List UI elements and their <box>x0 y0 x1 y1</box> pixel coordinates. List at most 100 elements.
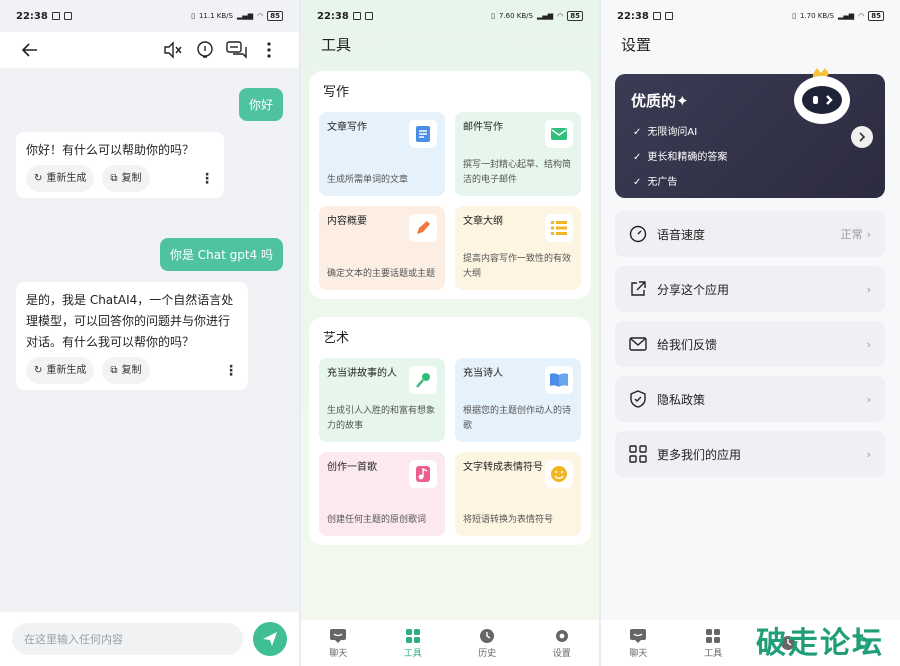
premium-banner[interactable]: 优质的✦ ✓ 无限询问AI ✓ 更长和精确的答案 ✓ 无广告 <box>615 68 885 198</box>
tool-card-desc: 生成所需单词的文章 <box>327 175 409 185</box>
chat-bubbles-icon <box>226 41 247 59</box>
chat-screen: 22:38 ▯ 11.1 KB/S ▂▄▆ ◠ 85 你好 你好！有什么可以帮助… <box>0 0 299 666</box>
section-title: 艺术 <box>323 331 350 346</box>
tab-settings[interactable]: 设置 <box>525 620 600 666</box>
signal-icon: ▂▄▆ <box>536 12 554 20</box>
copy-button[interactable]: ⧉ 复制 <box>102 357 150 384</box>
bulb-chat-icon <box>197 41 213 58</box>
chat-toolbar <box>0 32 299 68</box>
list-icon <box>545 214 573 242</box>
bot-message-text: 你好！有什么可以帮助你的吗？ <box>26 143 195 157</box>
notification-icon <box>352 12 361 20</box>
premium-title: 优质的✦ <box>631 92 689 110</box>
setting-share-app[interactable]: 分享这个应用 › <box>615 266 885 312</box>
pen-icon <box>409 214 437 242</box>
tool-card-title: 充当讲故事的人 <box>327 368 397 379</box>
tab-chat[interactable]: 聊天 <box>601 620 676 666</box>
tool-card-article-writing[interactable]: 文章写作 生成所需单词的文章 <box>319 112 445 196</box>
setting-value: › <box>867 338 871 351</box>
tool-card-poet[interactable]: 充当诗人 根据您的主题创作动人的诗歌 <box>455 358 581 442</box>
tool-card-desc: 将短语转换为表情符号 <box>463 515 554 525</box>
document-icon <box>409 120 437 148</box>
shield-icon <box>630 390 646 408</box>
setting-privacy[interactable]: 隐私政策 › <box>615 376 885 422</box>
copy-icon: ⧉ <box>110 365 118 376</box>
message-input[interactable]: 在这里输入任何内容 <box>12 623 243 655</box>
tool-cards: 文章写作 生成所需单词的文章 邮件写作 撰写一封精心起草、结构简洁的电子邮件 内… <box>309 100 591 300</box>
regenerate-button[interactable]: ↻ 重新生成 <box>26 357 95 384</box>
tool-card-title: 文章写作 <box>327 122 367 133</box>
chevron-right-icon: › <box>866 447 871 461</box>
setting-voice-speed[interactable]: 语音速度 正常 › <box>615 211 885 257</box>
net-speed: 1.70 KB/S <box>799 12 834 20</box>
setting-label: 语音速度 <box>657 227 706 242</box>
tool-card-desc: 撰写一封精心起草、结构简洁的电子邮件 <box>463 160 572 185</box>
section-title: 写作 <box>323 85 350 100</box>
setting-feedback[interactable]: 给我们反馈 › <box>615 321 885 367</box>
tool-cards: 充当讲故事的人 生成引人入胜的和富有想象力的故事 充当诗人 根据您的主题创作动人… <box>309 346 591 546</box>
sparkle-icon: ✦ <box>676 92 689 110</box>
send-icon <box>263 632 277 646</box>
tool-card-desc: 创建任何主题的原创歌词 <box>327 515 427 525</box>
bot-message: 你好！有什么可以帮助你的吗？ ↻ 重新生成 ⧉ 复制 ⋮ <box>16 132 224 198</box>
notification-icon <box>652 12 661 20</box>
clock-icon <box>480 628 495 643</box>
bottom-tabbar: 聊天 工具 历史 设置 <box>301 620 599 666</box>
notification-icon <box>51 12 60 20</box>
tool-card-title: 创作一首歌 <box>327 462 377 473</box>
premium-arrow-button[interactable] <box>851 126 873 148</box>
tool-card-storyteller[interactable]: 充当讲故事的人 生成引人入胜的和富有想象力的故事 <box>319 358 445 442</box>
idea-button[interactable] <box>189 36 221 64</box>
regenerate-button[interactable]: ↻ 重新生成 <box>26 165 95 192</box>
tool-card-desc: 确定文本的主要话题或主题 <box>327 269 436 279</box>
setting-more-apps[interactable]: 更多我们的应用 › <box>615 431 885 477</box>
message-more-button[interactable]: ⋮ <box>224 364 238 378</box>
net-speed: 11.1 KB/S <box>198 12 233 20</box>
vibrate-icon: ▯ <box>792 12 796 20</box>
tab-tools[interactable]: 工具 <box>376 620 451 666</box>
tools-screen: 22:38 ▯ 7.60 KB/S ▂▄▆ ◠ 85 工具 写作 文章写作 生成… <box>301 0 599 666</box>
tool-card-email-writing[interactable]: 邮件写作 撰写一封精心起草、结构简洁的电子邮件 <box>455 112 581 196</box>
wifi-icon: ◠ <box>257 12 264 20</box>
section-art: 艺术 充当讲故事的人 生成引人入胜的和富有想象力的故事 充当诗人 根据您的主题创… <box>309 317 591 545</box>
tool-card-desc: 根据您的主题创作动人的诗歌 <box>463 406 572 431</box>
chat-input-bar: 在这里输入任何内容 <box>0 612 299 666</box>
bot-message: 是的，我是 ChatAI4，一个自然语言处理模型，可以回答你的问题并与你进行对话… <box>16 282 248 390</box>
notification-icon-2 <box>664 12 673 20</box>
premium-feature: ✓ 无广告 <box>633 170 727 195</box>
microphone-icon <box>409 366 437 394</box>
page-title: 设置 <box>621 36 652 54</box>
tab-tools[interactable]: 工具 <box>676 620 751 666</box>
tool-card-summary[interactable]: 内容概要 确定文本的主要话题或主题 <box>319 206 445 290</box>
chevron-right-icon: › <box>866 392 871 406</box>
chevron-right-icon: › <box>866 282 871 296</box>
page-title: 工具 <box>321 36 352 54</box>
notification-icon-2 <box>364 12 373 20</box>
feedback-mail-icon <box>629 337 647 351</box>
tab-chat[interactable]: 聊天 <box>301 620 376 666</box>
status-indicators: ▯ 11.1 KB/S ▂▄▆ ◠ 85 <box>191 11 283 21</box>
signal-icon: ▂▄▆ <box>837 12 855 20</box>
chevron-right-icon: › <box>866 227 871 241</box>
battery-indicator: 85 <box>267 11 283 21</box>
premium-feature: ✓ 更长和精确的答案 <box>633 145 727 170</box>
tool-card-emoji[interactable]: 文字转成表情符号 将短语转换为表情符号 <box>455 452 581 536</box>
message-more-button[interactable]: ⋮ <box>200 172 214 186</box>
signal-icon: ▂▄▆ <box>236 12 254 20</box>
more-vertical-icon <box>267 42 271 58</box>
chevron-right-icon: › <box>866 337 871 351</box>
message-actions: ↻ 重新生成 ⧉ 复制 ⋮ <box>26 357 238 384</box>
send-button[interactable] <box>253 622 287 656</box>
mute-button[interactable] <box>157 36 189 64</box>
more-menu-button[interactable] <box>253 36 285 64</box>
setting-value: › <box>867 283 871 296</box>
tool-card-outline[interactable]: 文章大纲 提高内容写作一致性的有效大纲 <box>455 206 581 290</box>
tool-card-song[interactable]: 创作一首歌 创建任何主题的原创歌词 <box>319 452 445 536</box>
gear-icon <box>555 629 568 642</box>
setting-label: 给我们反馈 <box>657 337 718 352</box>
conversations-button[interactable] <box>221 36 253 64</box>
back-button[interactable] <box>14 36 46 64</box>
status-indicators: ▯ 1.70 KB/S ▂▄▆ ◠ 85 <box>792 11 884 21</box>
tab-history[interactable]: 历史 <box>450 620 525 666</box>
copy-button[interactable]: ⧉ 复制 <box>102 165 150 192</box>
